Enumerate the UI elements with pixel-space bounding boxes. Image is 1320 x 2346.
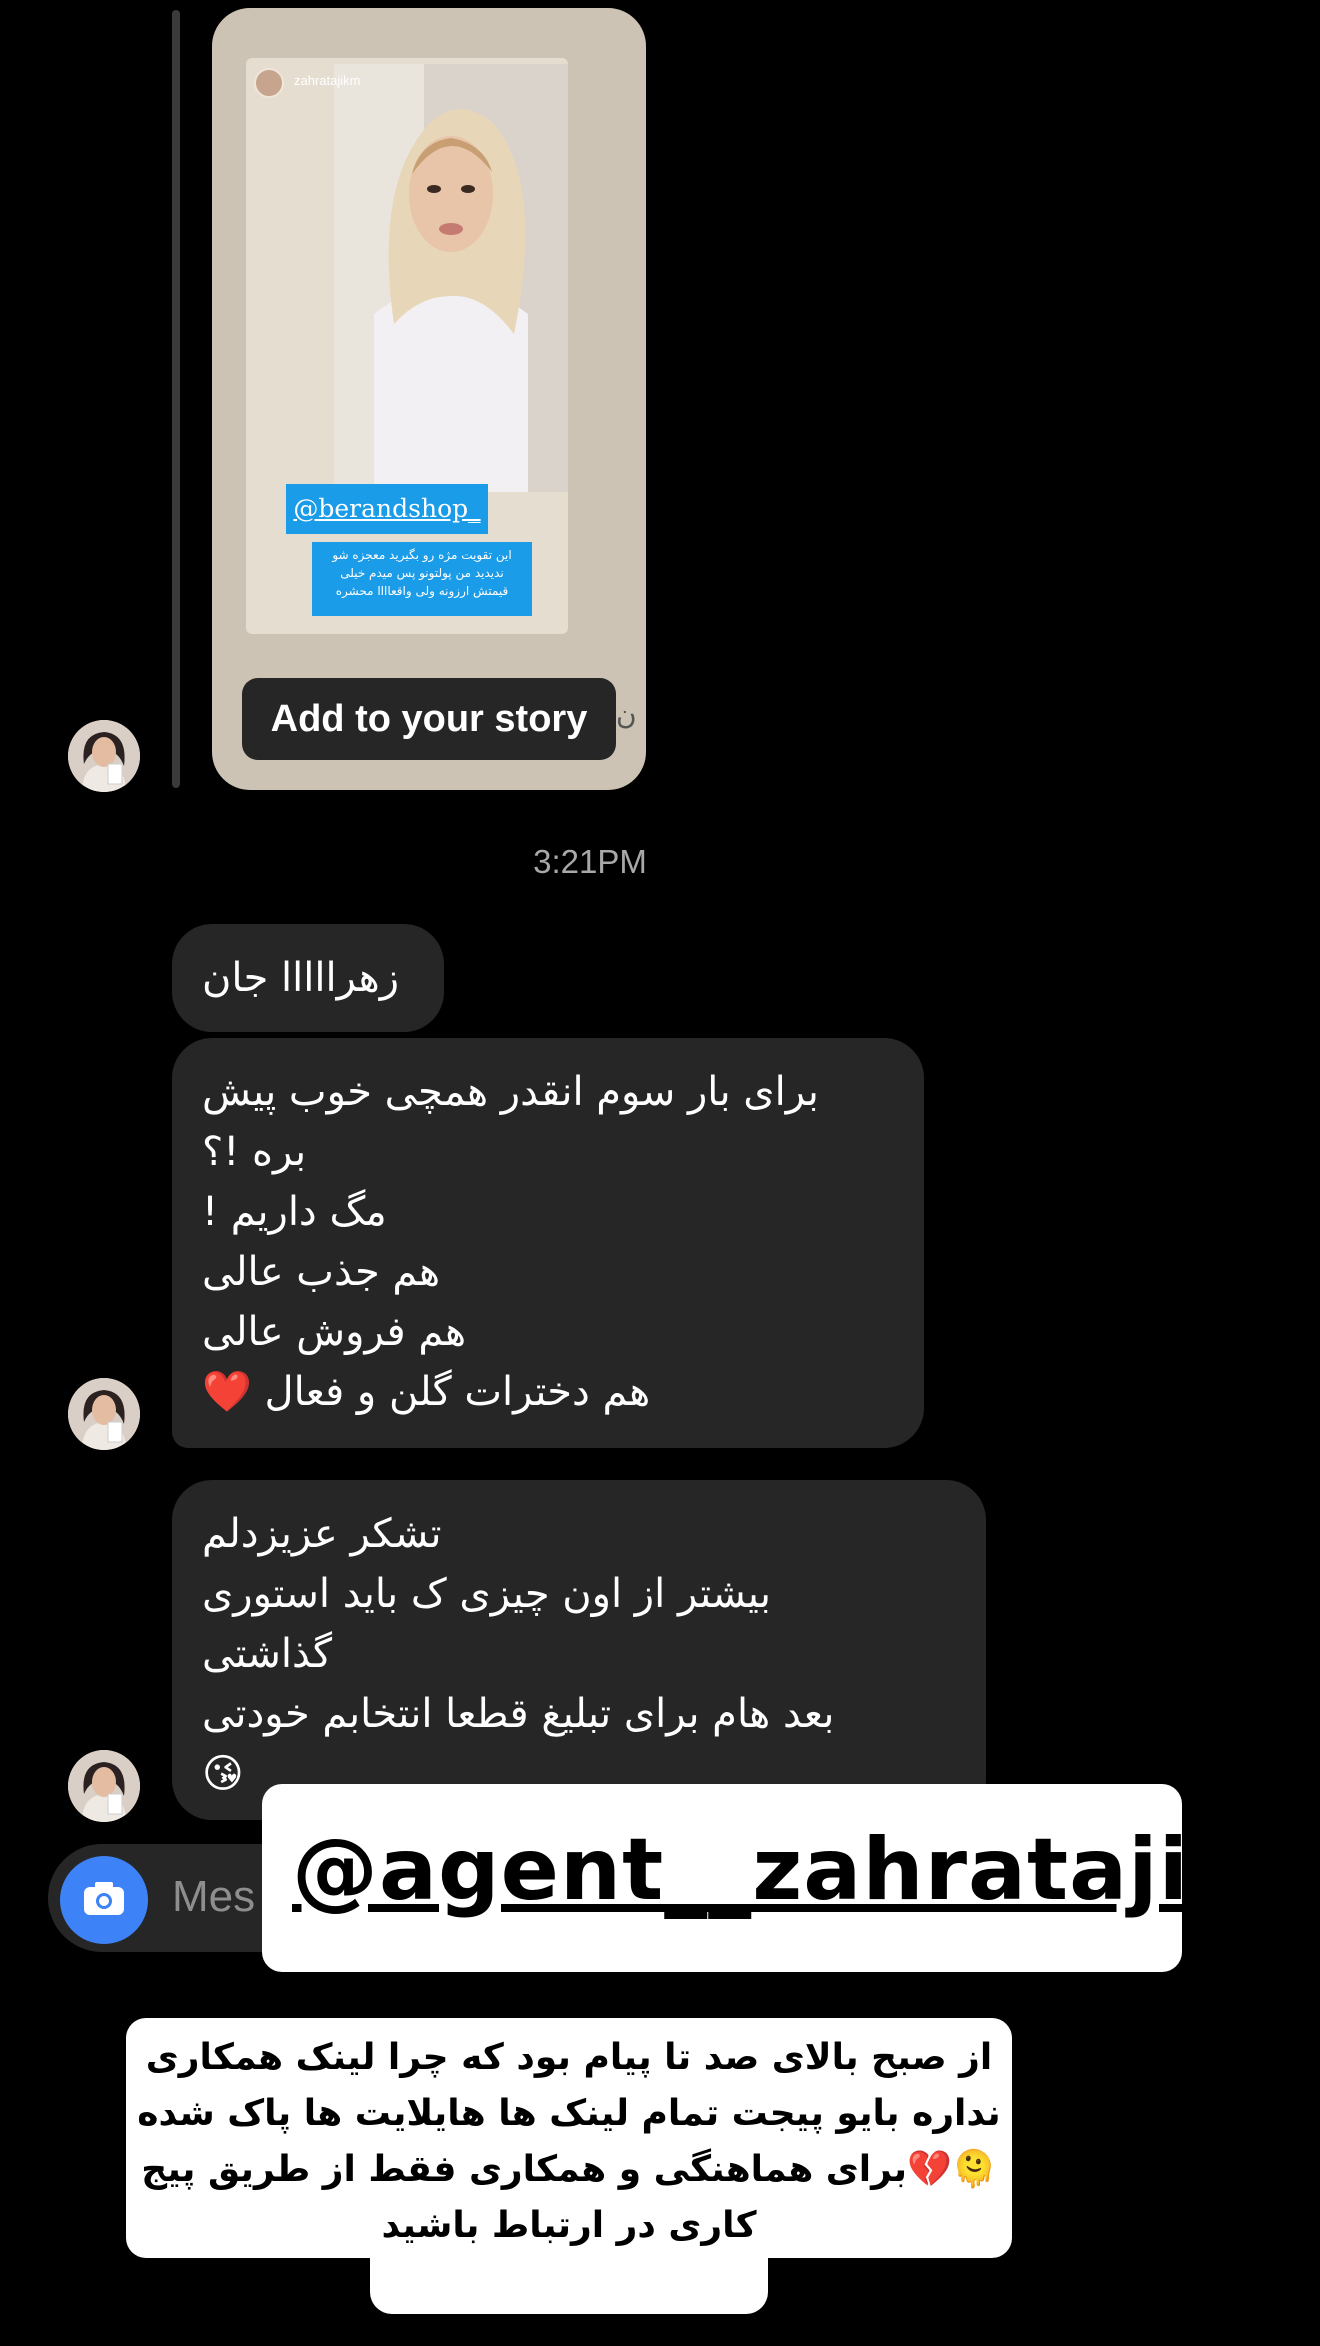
message-bubble[interactable]: تشکر عزیزدلم بیشتر از اون چیزی ک باید اس… (172, 1480, 986, 1820)
add-to-story-button[interactable]: Add to your story (242, 678, 616, 760)
message-bubble[interactable]: زهرااااا جان (172, 924, 444, 1032)
notice-line: کاری در ارتباط باشید (381, 2205, 757, 2246)
story-preview: zahratajikm @berandshop_ این تقویت مژه ر… (246, 58, 568, 634)
story-author-avatar (254, 68, 284, 98)
message-line: برای بار سوم انقدر همچی خوب پیش (202, 1069, 819, 1115)
message-line: تشکر عزیزدلم (202, 1511, 442, 1557)
story-mention-tag[interactable]: @berandshop_ (286, 484, 488, 534)
message-line-text: هم دخترات گلن و فعال (264, 1369, 651, 1415)
message-line: بره !؟ (202, 1129, 307, 1175)
shared-story-card[interactable]: zahratajikm @berandshop_ این تقویت مژه ر… (212, 8, 646, 790)
message-line: هم فروش عالی (202, 1309, 467, 1355)
message-line: زهرااااا جان (202, 955, 400, 1001)
message-line: بعد هام برای تبلیغ قطعا انتخابم خودتی (202, 1691, 835, 1737)
notice-line: نداره بایو پیجت تمام لینک ها هایلایت ها … (137, 2093, 1001, 2134)
story-author-username: zahratajikm (294, 73, 361, 88)
story-caption-line: قیمتش ارزونه ولی واقعاااا محشره (335, 584, 509, 598)
message-line: هم جذب عالی (202, 1249, 441, 1295)
sender-avatar[interactable] (68, 1750, 140, 1822)
heart-emoji: ❤️ (202, 1369, 252, 1415)
camera-icon (84, 1882, 124, 1915)
sender-avatar[interactable] (68, 1378, 140, 1450)
story-photo (334, 64, 568, 492)
message-input-placeholder[interactable]: Mes (172, 1872, 255, 1922)
camera-button[interactable] (60, 1856, 148, 1944)
notice-line: از صبح بالای صد تا پیام بود که چرا لینک … (145, 2037, 993, 2078)
message-bubble[interactable]: برای بار سوم انقدر همچی خوب پیش بره !؟ م… (172, 1038, 924, 1448)
message-line: هم دخترات گلن و فعال ❤️ (202, 1362, 894, 1422)
add-to-story-edge-glyph: ن (616, 698, 637, 731)
notice-line: 🫠💔برای هماهنگی و همکاری فقط از طریق پیج (141, 2149, 997, 2190)
message-line: مگ داریم ! (202, 1189, 387, 1235)
agent-handle-text: @agent__zahratajiik (292, 1820, 1278, 1920)
message-timestamp: 3:21PM (533, 843, 647, 880)
agent-handle-overlay: @agent__zahratajiik (262, 1784, 1277, 1972)
sender-avatar[interactable] (68, 720, 140, 792)
message-line: بیشتر از اون چیزی ک باید استوری (202, 1571, 771, 1617)
story-caption-line: این تقویت مژه رو بگیرید معجزه شو (332, 548, 512, 562)
story-caption-line: ندیدید من پولتونو پس میدم خیلی (340, 566, 504, 580)
notice-text: از صبح بالای صد تا پیام بود که چرا لینک … (126, 2030, 1012, 2254)
reply-indicator-bar (172, 10, 180, 788)
message-line: گذاشتی (202, 1631, 333, 1677)
story-caption: این تقویت مژه رو بگیرید معجزه شو ندیدید … (312, 542, 532, 616)
